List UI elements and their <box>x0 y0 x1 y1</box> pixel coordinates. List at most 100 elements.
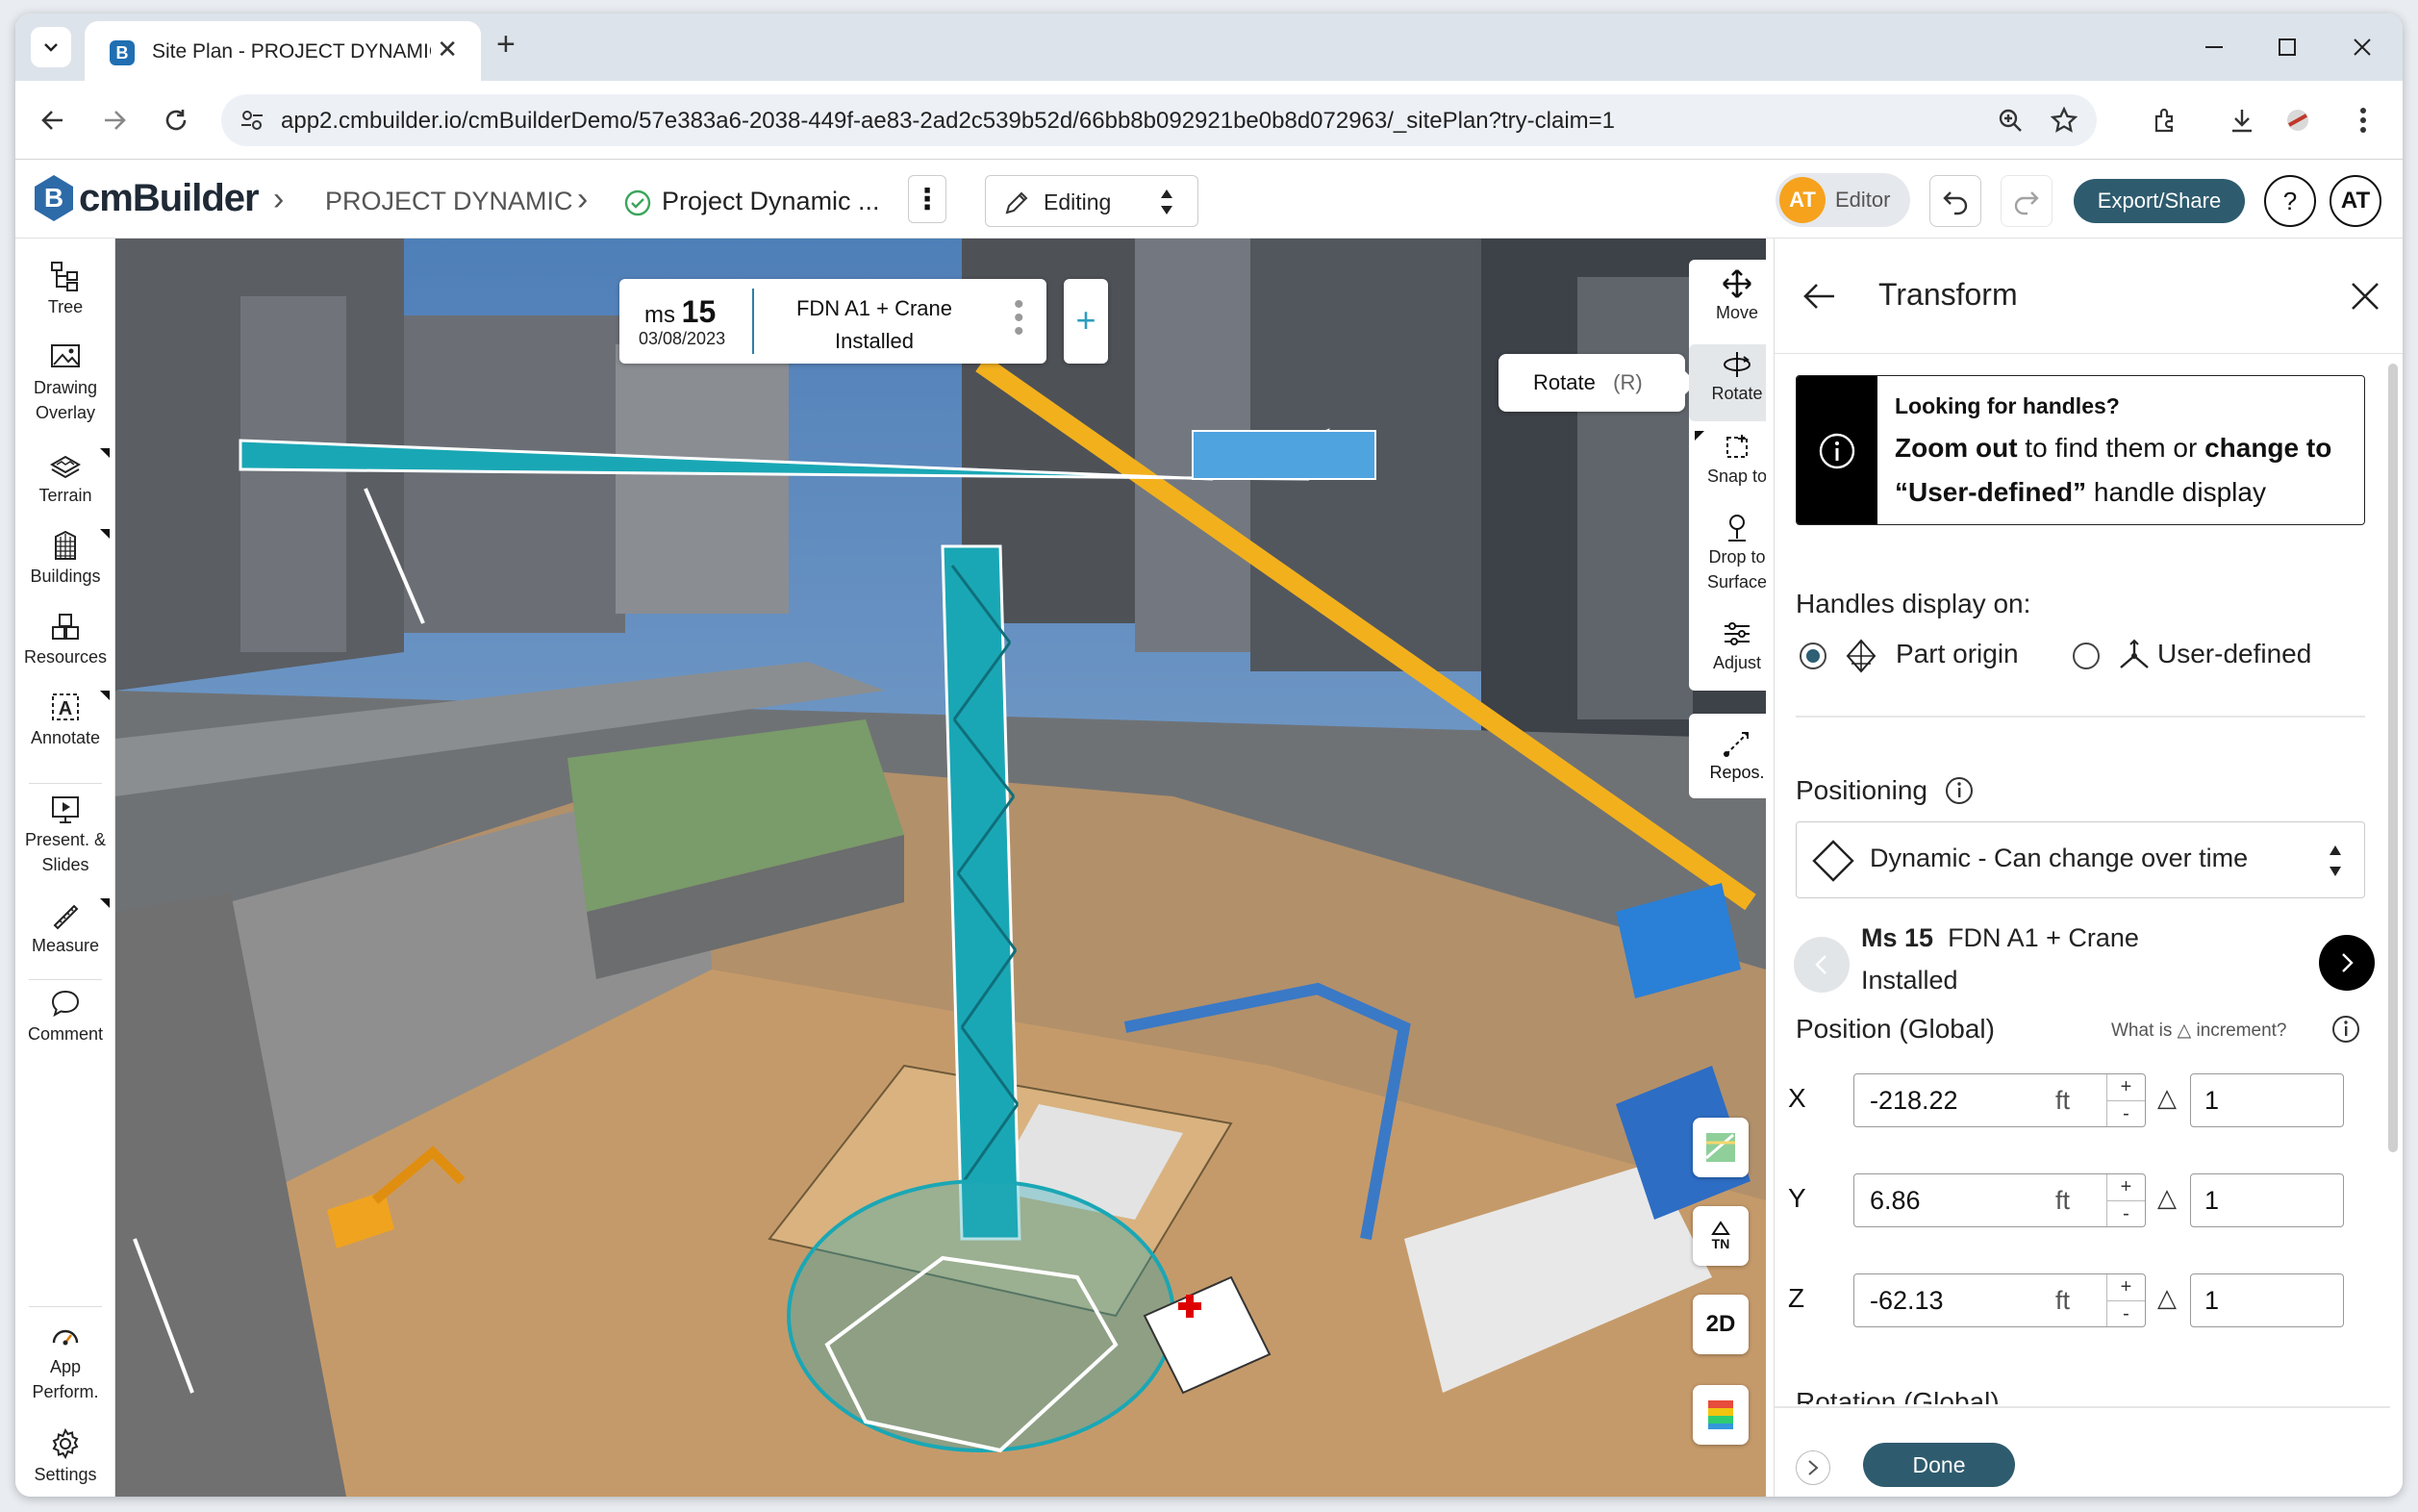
z-stepper[interactable]: + - <box>2106 1274 2145 1326</box>
sidebar-item-resources[interactable]: Resources <box>15 610 115 669</box>
x-stepper[interactable]: + - <box>2106 1074 2145 1126</box>
drag-handle-icon[interactable]: • • • <box>1014 290 1024 346</box>
reload-button[interactable] <box>156 100 196 140</box>
2d-toggle-button[interactable]: 2D <box>1693 1295 1749 1354</box>
undo-button[interactable] <box>1929 175 1981 227</box>
increment-x-input[interactable]: 1 <box>2190 1073 2344 1127</box>
rotate-tool[interactable]: Rotate <box>1689 344 1766 421</box>
chevron-right-icon: › <box>577 181 589 217</box>
radio-user-defined[interactable] <box>2073 643 2100 669</box>
sidebar-item-buildings[interactable]: Buildings <box>15 529 115 589</box>
plan-menu-button[interactable]: ⋮ <box>908 175 946 223</box>
true-north-button[interactable]: TN <box>1693 1206 1749 1266</box>
export-share-button[interactable]: Export/Share <box>2074 179 2245 223</box>
address-bar[interactable]: app2.cmbuilder.io/cmBuilderDemo/57e383a6… <box>221 94 2097 146</box>
done-button[interactable]: Done <box>1863 1443 2015 1487</box>
add-milestone-button[interactable]: + <box>1064 279 1108 364</box>
zoom-icon[interactable] <box>1995 105 2026 136</box>
sidebar-item-app-performance[interactable]: App Perform. <box>15 1320 115 1404</box>
url-text[interactable]: app2.cmbuilder.io/cmBuilderDemo/57e383a6… <box>281 108 1615 135</box>
sidebar-item-label: Drawing Overlay <box>33 378 98 422</box>
increment-button[interactable]: + <box>2107 1274 2145 1300</box>
position-z-input[interactable]: -62.13 ft + - <box>1853 1273 2146 1327</box>
minimize-button[interactable] <box>2185 27 2243 67</box>
decrement-button[interactable]: - <box>2107 1300 2145 1326</box>
decrement-button[interactable]: - <box>2107 1200 2145 1226</box>
position-y-input[interactable]: 6.86 ft + - <box>1853 1173 2146 1227</box>
info-title: Looking for handles? <box>1895 393 2120 418</box>
adjust-tool[interactable]: Adjust <box>1689 617 1766 675</box>
unit-label: ft <box>2054 1186 2070 1215</box>
decrement-button[interactable]: - <box>2107 1100 2145 1126</box>
snap-tool[interactable]: Snap to <box>1689 431 1766 489</box>
close-icon[interactable] <box>2350 281 2380 312</box>
site-3d-scene[interactable] <box>115 239 1766 1497</box>
mode-select[interactable]: Editing <box>985 175 1198 227</box>
sidebar-item-comment[interactable]: Comment <box>15 987 115 1046</box>
next-milestone-button[interactable] <box>2319 935 2375 991</box>
increment-z-input[interactable]: 1 <box>2190 1273 2344 1327</box>
radio-part-origin[interactable] <box>1800 643 1826 669</box>
breadcrumb-project[interactable]: PROJECT DYNAMIC <box>325 187 573 216</box>
redo-button[interactable] <box>2001 175 2053 227</box>
new-tab-button[interactable]: + <box>496 27 516 62</box>
sidebar-item-annotate[interactable]: A Annotate <box>15 691 115 750</box>
part-origin-label[interactable]: Part origin <box>1896 639 2019 669</box>
unit-label: ft <box>2054 1086 2070 1115</box>
info-circle-icon[interactable] <box>1944 775 1975 806</box>
positioning-select[interactable]: Dynamic - Can change over time <box>1796 821 2365 898</box>
download-icon[interactable] <box>2222 100 2262 140</box>
image-icon <box>51 344 80 367</box>
position-y-value[interactable]: 6.86 <box>1870 1186 1921 1216</box>
profile-extension-icon[interactable] <box>2278 100 2318 140</box>
cmbuilder-logo[interactable]: B cmBuilder <box>35 175 260 221</box>
position-x-input[interactable]: -218.22 ft + - <box>1853 1073 2146 1127</box>
maximize-button[interactable] <box>2258 27 2316 67</box>
layers-button[interactable] <box>1693 1385 1749 1445</box>
forward-button[interactable] <box>94 100 135 140</box>
sidebar-item-terrain[interactable]: Terrain <box>15 448 115 508</box>
reposition-tool[interactable]: Repos. <box>1689 714 1766 798</box>
tab-close-icon[interactable]: ✕ <box>437 35 458 64</box>
sidebar-item-drawing-overlay[interactable]: Drawing Overlay <box>15 340 115 425</box>
sidebar-item-measure[interactable]: Measure <box>15 898 115 958</box>
gauge-icon <box>52 1329 79 1346</box>
position-x-value[interactable]: -218.22 <box>1870 1086 1958 1116</box>
panel-scrollbar[interactable] <box>2388 364 2398 1152</box>
y-stepper[interactable]: + - <box>2106 1174 2145 1226</box>
info-circle-icon[interactable] <box>2330 1014 2361 1045</box>
increment-y-input[interactable]: 1 <box>2190 1173 2344 1227</box>
user-defined-label[interactable]: User-defined <box>2157 639 2311 669</box>
account-button[interactable]: AT <box>2330 175 2381 227</box>
browser-tab-active[interactable]: B Site Plan - PROJECT DYNAMIC ✕ <box>85 21 481 81</box>
position-z-value[interactable]: -62.13 <box>1870 1286 1944 1316</box>
site-info-icon[interactable] <box>237 105 267 136</box>
sidebar-item-presentation[interactable]: Present. & Slides <box>15 793 115 877</box>
back-arrow-icon[interactable] <box>1801 281 1836 312</box>
map-layer-button[interactable] <box>1693 1118 1749 1177</box>
sidebar-item-tree[interactable]: Tree <box>15 260 115 319</box>
tab-search-button[interactable] <box>31 27 71 67</box>
axis-z-label: Z <box>1788 1283 1805 1313</box>
browser-tabstrip: B Site Plan - PROJECT DYNAMIC ✕ + <box>15 13 2403 81</box>
browser-menu-icon[interactable] <box>2343 100 2383 140</box>
user-role-chip[interactable]: AT Editor <box>1776 173 1910 227</box>
move-tool[interactable]: Move <box>1689 267 1766 325</box>
3d-viewport[interactable]: ms 15 03/08/2023 FDN A1 + Crane Installed… <box>115 239 1766 1497</box>
increment-button[interactable]: + <box>2107 1074 2145 1100</box>
help-button[interactable]: ? <box>2264 175 2316 227</box>
milestone-selector[interactable]: ms 15 03/08/2023 FDN A1 + Crane Installed… <box>619 279 1046 364</box>
tool-label: Rotate <box>1711 384 1763 403</box>
sidebar-item-settings[interactable]: Settings <box>15 1427 115 1487</box>
increment-button[interactable]: + <box>2107 1174 2145 1200</box>
sidebar-item-label: Resources <box>23 647 108 667</box>
window-close-button[interactable] <box>2333 27 2391 67</box>
back-button[interactable] <box>33 100 73 140</box>
breadcrumb-plan[interactable]: Project Dynamic ... <box>662 187 880 216</box>
expand-footer-button[interactable] <box>1796 1450 1830 1485</box>
drop-to-surface-tool[interactable]: Drop to Surface <box>1689 512 1766 594</box>
north-arrow-icon <box>1711 1221 1730 1235</box>
previous-milestone-button[interactable] <box>1794 937 1850 993</box>
extensions-icon[interactable] <box>2145 100 2185 140</box>
bookmark-star-icon[interactable] <box>2049 105 2079 136</box>
